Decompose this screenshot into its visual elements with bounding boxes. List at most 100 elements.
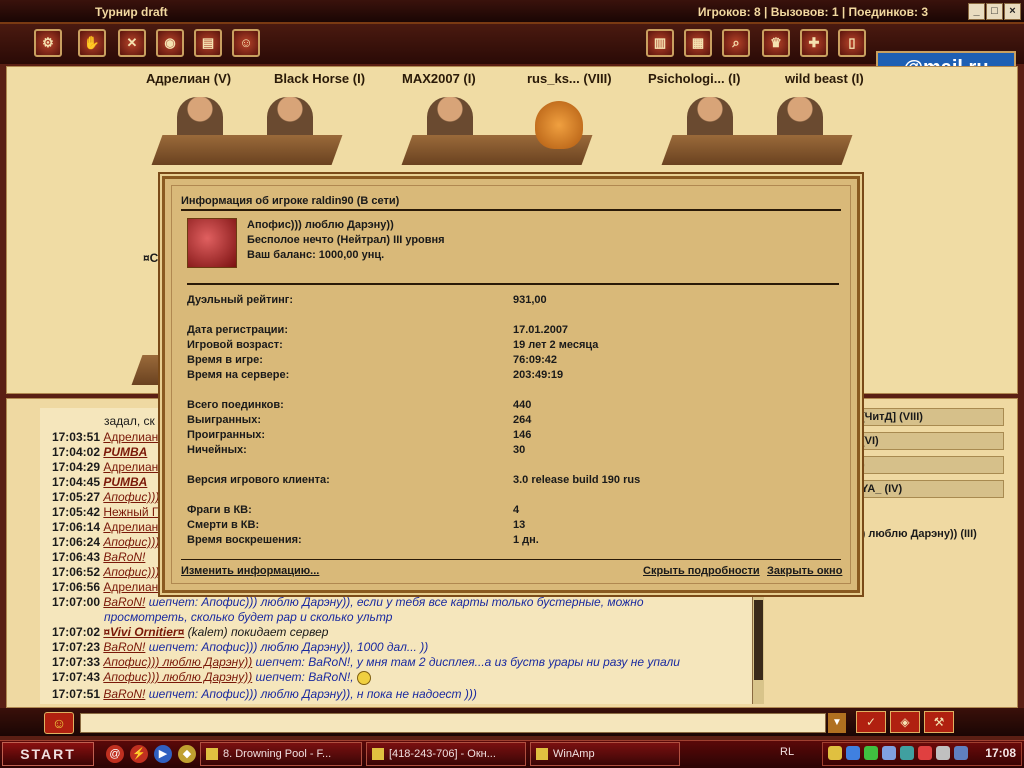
stat-value: 13: [513, 519, 526, 531]
minimize-icon[interactable]: _: [968, 3, 985, 20]
shield-icon[interactable]: ✚: [800, 29, 828, 57]
swords-icon[interactable]: ✕: [118, 29, 146, 57]
stat-label: Игровой возраст:: [187, 339, 283, 351]
chat-line: 17:07:00 BaRoN! шепчет: Апофис))) люблю …: [51, 595, 644, 609]
user-row[interactable]: (VI): [856, 432, 1004, 450]
player-name[interactable]: MAX2007 (I): [402, 71, 476, 86]
stat-label: Время на сервере:: [187, 369, 290, 381]
book-icon[interactable]: ▥: [646, 29, 674, 57]
stat-label: Всего поединков:: [187, 399, 284, 411]
player-class: Бесполое нечто (Нейтрал) III уровня: [247, 234, 445, 246]
messenger-icon[interactable]: ◆: [178, 745, 196, 763]
stat-label: Дуэльный рейтинг:: [187, 294, 293, 306]
chat-line: 17:05:27 Апофис))): [51, 490, 160, 504]
start-button[interactable]: START: [2, 742, 94, 766]
coin-icon[interactable]: ◉: [156, 29, 184, 57]
chat-line: 17:07:33 Апофис))) люблю Дарэну)) шепчет…: [51, 655, 680, 669]
edit-info-link[interactable]: Изменить информацию...: [181, 565, 319, 577]
taskbar-item[interactable]: WinAmp: [530, 742, 680, 766]
chat-line: 17:07:51 BaRoN! шепчет: Апофис))) люблю …: [51, 687, 477, 701]
chevron-down-icon[interactable]: ▼: [828, 713, 846, 733]
smiley-button[interactable]: ☺: [44, 712, 74, 734]
tray-icon[interactable]: [846, 746, 860, 760]
player-info-dialog: Информация об игроке raldin90 (В сети) А…: [162, 176, 860, 593]
close-window-link[interactable]: Закрыть окно: [767, 565, 842, 577]
close-icon[interactable]: ×: [1004, 3, 1021, 20]
user-row[interactable]: YA_ (IV): [856, 480, 1004, 498]
game-table[interactable]: [661, 97, 853, 167]
stat-value: 4: [513, 504, 520, 516]
cat-mascot-icon: [535, 101, 583, 149]
chat-line: 17:06:24 Апофис))): [51, 535, 160, 549]
stat-label: Выигранных:: [187, 414, 261, 426]
stat-label: Дата регистрации:: [187, 324, 288, 336]
door-icon[interactable]: ▯: [838, 29, 866, 57]
scroll-thumb[interactable]: [754, 600, 763, 680]
taskbar-item[interactable]: [418-243-706] - Окн...: [366, 742, 526, 766]
stat-value: 264: [513, 414, 532, 426]
smiley-icon: [356, 670, 371, 685]
cards-icon[interactable]: ▤: [194, 29, 222, 57]
picture-icon[interactable]: ▦: [684, 29, 712, 57]
chat-line: 17:04:29 Адрелиан: [51, 460, 159, 474]
maximize-icon[interactable]: □: [986, 3, 1003, 20]
network-icon[interactable]: [954, 746, 968, 760]
player-name[interactable]: wild beast (I): [785, 71, 864, 86]
hammer-icon[interactable]: ⚒: [924, 711, 954, 733]
stat-label: Версия игрового клиента:: [187, 474, 330, 486]
people-icon[interactable]: ☺: [232, 29, 260, 57]
tray-icon[interactable]: [900, 746, 914, 760]
main-toolbar: ⚙ ✋ ✕ ◉ ▤ ☺ ▥ ▦ ⌕ ♛ ✚ ▯ @mail.ru: [0, 24, 1024, 85]
gear-icon[interactable]: ⚙: [34, 29, 62, 57]
language-indicator[interactable]: RL: [780, 746, 794, 758]
chat-line: 17:06:52 Апофис))): [51, 565, 160, 579]
stat-value: 76:09:42: [513, 354, 558, 366]
player-name[interactable]: rus_ks... (VIII): [527, 71, 612, 86]
chat-line: 17:04:45 PUMBA: [51, 475, 148, 489]
send-button[interactable]: ✓: [856, 711, 886, 733]
chat-line: 17:05:42 Нежный Г: [51, 505, 159, 519]
player-balance: Ваш баланс: 1000,00 унц.: [247, 249, 385, 261]
hide-details-link[interactable]: Скрыть подробности: [643, 565, 760, 577]
winamp-icon[interactable]: ⚡: [130, 745, 148, 763]
stat-value: 931,00: [513, 294, 547, 306]
stat-value: 146: [513, 429, 532, 441]
chat-line: просмотреть, сколько будет рар и сколько…: [104, 610, 393, 624]
game-window: Турнир draft Игроков: 8 | Вызовов: 1 | П…: [0, 0, 1024, 768]
user-row[interactable]: ): [856, 456, 1004, 474]
stat-label: Время воскрешения:: [187, 534, 302, 546]
user-list: [ЧитД] (VIII) (VI) ) YA_ (IV): [856, 408, 1006, 508]
stat-label: Фраги в КВ:: [187, 504, 252, 516]
stat-value: 203:49:19: [513, 369, 564, 381]
stat-value: 3.0 release build 190 rus: [513, 474, 641, 486]
taskbar-item[interactable]: 8. Drowning Pool - F...: [200, 742, 362, 766]
tray-icon[interactable]: [918, 746, 932, 760]
tray-icon[interactable]: [882, 746, 896, 760]
tray-icon[interactable]: [864, 746, 878, 760]
avatar: [187, 218, 237, 268]
chat-scrollbar[interactable]: [752, 596, 764, 704]
server-status: Игроков: 8 | Вызовов: 1 | Поединков: 3: [697, 5, 928, 19]
chat-line: 17:06:43 BaRoN!: [51, 550, 146, 564]
player-name[interactable]: Black Horse (I): [274, 71, 365, 86]
stat-label: Проигранных:: [187, 429, 265, 441]
player-nick: Апофис))) люблю Дарэну)): [247, 219, 394, 231]
stat-label: Ничейных:: [187, 444, 247, 456]
volume-icon[interactable]: [936, 746, 950, 760]
player-name[interactable]: Адрелиан (V): [146, 71, 231, 86]
hand-icon[interactable]: ✋: [78, 29, 106, 57]
window-title: Турнир draft: [95, 5, 168, 19]
mask-icon[interactable]: ◈: [890, 711, 920, 733]
search-icon[interactable]: ⌕: [722, 29, 750, 57]
media-player-icon[interactable]: ▶: [154, 745, 172, 763]
title-bar: Турнир draft Игроков: 8 | Вызовов: 1 | П…: [0, 0, 1024, 24]
chat-line: 17:06:14 Адрелиан: [51, 520, 159, 534]
tray-icon[interactable]: [828, 746, 842, 760]
game-table[interactable]: [151, 97, 343, 167]
browser-icon[interactable]: @: [106, 745, 124, 763]
trophy-icon[interactable]: ♛: [762, 29, 790, 57]
message-input[interactable]: [80, 713, 826, 733]
user-row[interactable]: )) люблю Дарэну)) (III): [858, 528, 977, 540]
player-name[interactable]: Psichologi... (I): [648, 71, 740, 86]
user-row[interactable]: [ЧитД] (VIII): [856, 408, 1004, 426]
